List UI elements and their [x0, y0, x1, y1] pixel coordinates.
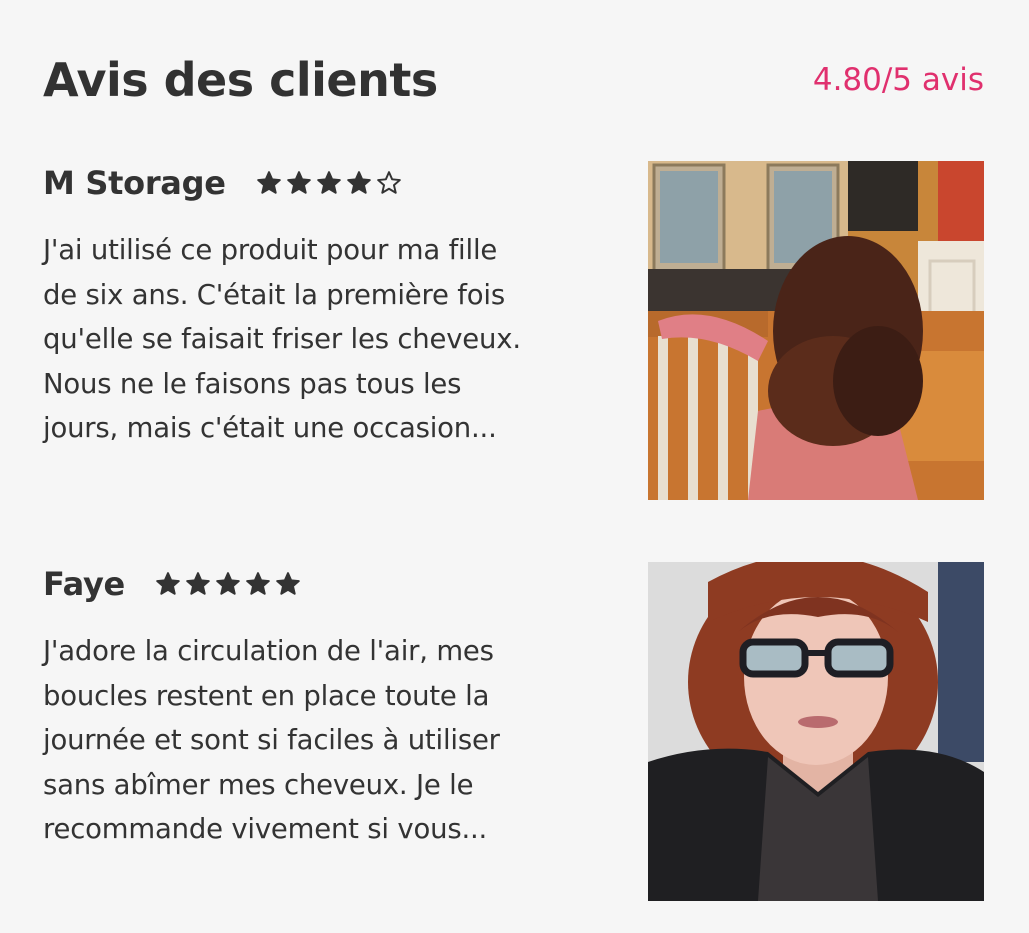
review-card: Faye J'adore la circulation de l'air, me… [43, 561, 984, 901]
review-text-line: Nous ne le faisons pas tous les [43, 367, 462, 400]
star-filled-icon [316, 171, 341, 194]
reviewer-name: Faye [43, 565, 125, 603]
reviewer-name: M Storage [43, 164, 226, 202]
review-text-line: J'ai utilisé ce produit pour ma fille [43, 234, 498, 266]
star-filled-icon [186, 572, 210, 595]
review-text-line: boucles restent en place toute la [43, 679, 490, 712]
star-filled-icon [246, 572, 270, 595]
reviewer-line: Faye [43, 561, 603, 607]
star-filled-icon [346, 171, 371, 194]
star-filled-icon [286, 171, 311, 194]
review-photo[interactable] [648, 161, 984, 500]
review-text-line: de six ans. C'était la première fois [43, 278, 505, 311]
review-text-line: qu'elle se faisait friser les cheveux. [43, 323, 521, 355]
review-text-line: sans abîmer mes cheveux. Je le [43, 768, 474, 801]
star-filled-icon [256, 171, 281, 194]
page-title: Avis des clients [43, 53, 438, 107]
rating-summary[interactable]: 4.80/5 avis [813, 62, 984, 98]
review-photo[interactable] [648, 562, 984, 901]
reviews-header: Avis des clients 4.80/5 avis [43, 48, 984, 112]
review-text-line: jours, mais c'était une occasion... [43, 412, 497, 444]
star-filled-icon [156, 572, 180, 595]
review-text[interactable]: J'adore la circulation de l'air, mes bou… [43, 629, 603, 852]
review-text-line: J'adore la circulation de l'air, mes [43, 635, 494, 667]
reviewer-line: M Storage [43, 160, 603, 206]
review-text-column: M Storage J'ai utilisé ce produit pour m… [43, 160, 603, 451]
star-rating [155, 571, 301, 597]
star-filled-icon [276, 572, 300, 595]
review-text-column: Faye J'adore la circulation de l'air, me… [43, 561, 603, 852]
review-text-line: journée et sont si faciles à utiliser [43, 724, 500, 756]
star-empty-icon [376, 171, 401, 194]
review-text-line: recommande vivement si vous... [43, 813, 488, 845]
review-text[interactable]: J'ai utilisé ce produit pour ma fille de… [43, 228, 603, 451]
star-rating [256, 170, 402, 196]
star-filled-icon [216, 572, 240, 595]
review-card: M Storage J'ai utilisé ce produit pour m… [43, 160, 984, 500]
